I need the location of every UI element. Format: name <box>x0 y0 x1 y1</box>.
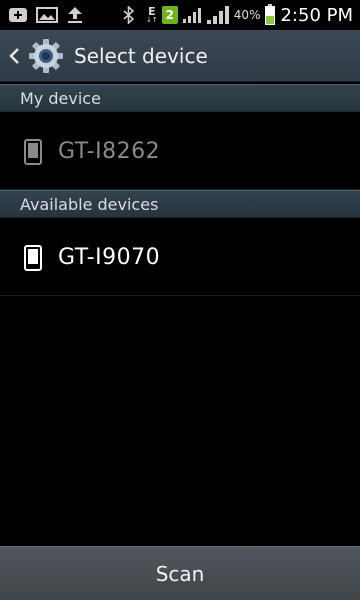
phone-icon <box>24 244 42 271</box>
upload-icon <box>66 6 84 24</box>
settings-gear-icon <box>28 38 64 74</box>
section-header-available-devices: Available devices <box>0 190 360 218</box>
signal-icon <box>182 6 202 24</box>
chevron-left-icon <box>8 47 20 65</box>
action-bar: Select device <box>0 30 360 82</box>
data-activity-arrows: ↓↑ <box>146 16 158 24</box>
device-name: GT-I8262 <box>58 139 161 164</box>
system-icons: E ↓↑ 2 40% 2:50 PM <box>122 4 360 26</box>
battery-percent: 40% <box>233 8 261 22</box>
section-header-my-device: My device <box>0 84 360 112</box>
add-icon <box>8 7 28 23</box>
page-title: Select device <box>74 43 208 68</box>
data-edge-icon: E ↓↑ <box>146 6 158 24</box>
notification-icons <box>0 6 84 24</box>
signal-icon <box>206 5 230 25</box>
device-name: GT-I9070 <box>58 245 161 270</box>
up-navigation-button[interactable] <box>0 30 64 81</box>
status-bar: E ↓↑ 2 40% 2:50 PM <box>0 0 360 30</box>
scan-button-label: Scan <box>155 561 205 586</box>
battery-icon <box>264 4 276 26</box>
clock-time: 2:50 PM <box>280 4 353 26</box>
device-row-available-device[interactable]: GT-I9070 <box>0 220 360 296</box>
scan-button[interactable]: Scan <box>0 546 360 600</box>
phone-icon <box>24 138 42 165</box>
image-icon <box>36 7 58 23</box>
device-row-my-device: GT-I8262 <box>0 114 360 190</box>
bluetooth-icon <box>122 6 136 24</box>
sim-badge: 2 <box>161 6 178 24</box>
